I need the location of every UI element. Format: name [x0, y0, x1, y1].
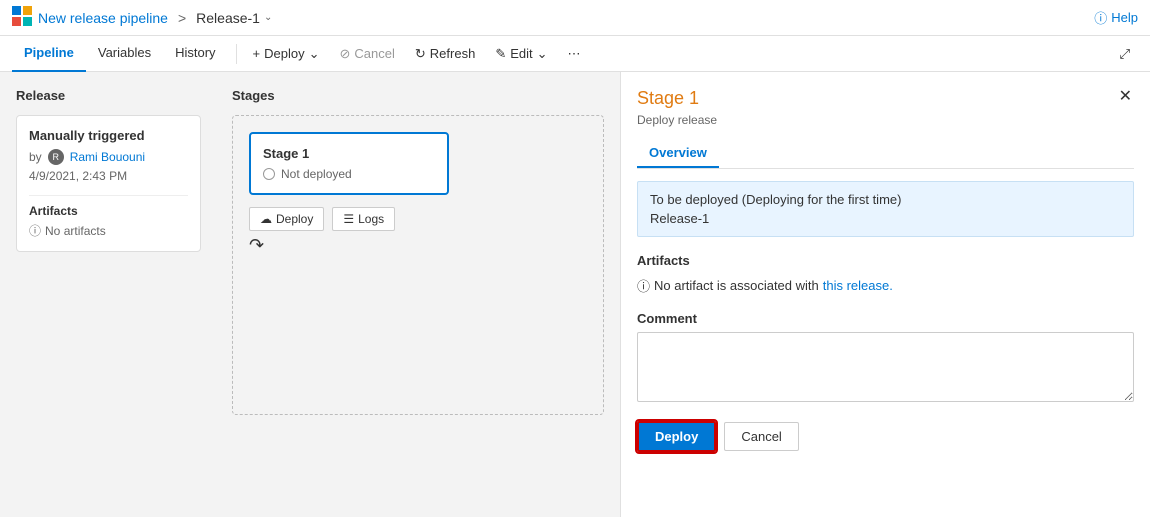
panel-tab-overview[interactable]: Overview — [637, 139, 719, 168]
left-panel: Release Manually triggered by R Rami Bou… — [0, 72, 620, 517]
nav-tabs: Pipeline Variables History — [12, 36, 228, 72]
cancel-button[interactable]: ⊘ Cancel — [332, 42, 403, 66]
deploy-info-main: To be deployed (Deploying for the first … — [650, 192, 1121, 207]
stage-deploy-icon: ☁ — [260, 212, 272, 226]
stage-logs-button[interactable]: ☰ Logs — [332, 207, 395, 231]
stage-actions: ☁ Deploy ☰ Logs — [249, 207, 587, 231]
comment-textarea[interactable] — [637, 332, 1134, 402]
artifacts-right: Artifacts ⓘ No artifact is associated wi… — [637, 253, 1134, 295]
tab-history[interactable]: History — [163, 36, 227, 72]
action-buttons: Deploy Cancel — [637, 421, 1134, 452]
pipeline-title[interactable]: New release pipeline — [38, 10, 168, 26]
release-section: Release Manually triggered by R Rami Bou… — [16, 88, 216, 501]
tab-variables[interactable]: Variables — [86, 36, 163, 72]
app-logo-icon — [12, 6, 32, 29]
panel-subtitle: Deploy release — [637, 113, 1134, 127]
artifacts-label: Artifacts — [29, 204, 188, 218]
stage-name: Stage 1 — [263, 146, 435, 161]
release-section-title: Release — [16, 88, 216, 103]
comment-section: Comment — [637, 311, 1134, 405]
tab-pipeline[interactable]: Pipeline — [12, 36, 86, 72]
stage-status: Not deployed — [263, 167, 435, 181]
refresh-icon: ↻ — [415, 46, 426, 62]
breadcrumb-separator: > — [178, 10, 186, 26]
stage-status-text: Not deployed — [281, 167, 352, 181]
no-artifacts-text: No artifacts — [45, 224, 106, 238]
nav-divider — [236, 44, 237, 64]
panel-tabs: Overview — [637, 139, 1134, 169]
artifacts-info-icon: ⓘ — [637, 276, 650, 295]
stages-section-title: Stages — [232, 88, 604, 103]
trigger-date: 4/9/2021, 2:43 PM — [29, 169, 188, 183]
deploy-icon: + — [253, 46, 261, 61]
user-avatar: R — [48, 149, 64, 165]
edit-icon: ✎ — [495, 46, 506, 62]
more-icon: ⋯ — [568, 46, 581, 62]
release-name: Release-1 ⌄ — [196, 10, 272, 26]
close-icon: ✕ — [1119, 88, 1132, 105]
info-icon: ⓘ — [29, 222, 41, 239]
deploy-info-box: To be deployed (Deploying for the first … — [637, 181, 1134, 237]
release-chevron-icon[interactable]: ⌄ — [264, 12, 272, 23]
artifacts-right-info: ⓘ No artifact is associated with this re… — [637, 276, 1134, 295]
right-panel: ✕ Stage 1 Deploy release Overview To be … — [620, 72, 1150, 517]
refresh-button[interactable]: ↻ Refresh — [407, 42, 483, 66]
stages-section: Stages Stage 1 Not deployed ☁ Deploy ☰ — [232, 88, 604, 501]
comment-label: Comment — [637, 311, 1134, 326]
stages-container: Stage 1 Not deployed ☁ Deploy ☰ Logs — [232, 115, 604, 415]
trigger-title: Manually triggered — [29, 128, 188, 143]
stage-deploy-button[interactable]: ☁ Deploy — [249, 207, 324, 231]
user-name[interactable]: Rami Bououni — [70, 150, 145, 164]
stage-deploy-label: Deploy — [276, 212, 313, 226]
deploy-info-release: Release-1 — [650, 211, 1121, 226]
stage-logs-icon: ☰ — [343, 212, 354, 226]
artifacts-info: ⓘ No artifacts — [29, 222, 188, 239]
by-label: by — [29, 150, 42, 164]
panel-cancel-button[interactable]: Cancel — [724, 422, 798, 451]
nav-bar: Pipeline Variables History + Deploy ⌄ ⊘ … — [0, 36, 1150, 72]
top-bar-left: New release pipeline > Release-1 ⌄ — [12, 6, 1094, 29]
help-icon: ⓘ — [1094, 8, 1107, 27]
artifacts-right-title: Artifacts — [637, 253, 1134, 268]
edit-button[interactable]: ✎ Edit ⌄ — [487, 42, 555, 66]
expand-button[interactable]: ⤢ — [1111, 42, 1138, 66]
close-button[interactable]: ✕ — [1113, 84, 1138, 108]
cancel-icon: ⊘ — [340, 46, 351, 62]
artifacts-section: Artifacts ⓘ No artifacts — [29, 195, 188, 239]
status-circle-icon — [263, 168, 275, 180]
stage-logs-label: Logs — [358, 212, 384, 226]
top-bar: New release pipeline > Release-1 ⌄ ⓘ Hel… — [0, 0, 1150, 36]
release-card: Manually triggered by R Rami Bououni 4/9… — [16, 115, 201, 252]
help-link[interactable]: ⓘ Help — [1094, 8, 1138, 27]
deploy-info-text: To be deployed (Deploying for the first … — [650, 192, 901, 207]
panel-title: Stage 1 — [637, 88, 1134, 109]
panel-deploy-button[interactable]: Deploy — [637, 421, 716, 452]
expand-icon: ⤢ — [1119, 46, 1130, 61]
nav-actions: + Deploy ⌄ ⊘ Cancel ↻ Refresh ✎ Edit ⌄ ⋯ — [245, 42, 589, 66]
cancel-label: Cancel — [354, 46, 394, 61]
artifacts-info-text: No artifact is associated with — [654, 278, 819, 293]
edit-label: Edit — [510, 46, 532, 61]
edit-chevron-icon: ⌄ — [537, 46, 548, 62]
cursor-indicator: ↷ — [249, 235, 587, 256]
deploy-button[interactable]: + Deploy ⌄ — [245, 42, 328, 66]
more-button[interactable]: ⋯ — [560, 42, 589, 66]
deploy-label: Deploy — [264, 46, 304, 61]
refresh-label: Refresh — [430, 46, 476, 61]
release-name-label: Release-1 — [196, 10, 260, 26]
trigger-by: by R Rami Bououni — [29, 149, 188, 165]
stage-card: Stage 1 Not deployed — [249, 132, 449, 195]
main-content: Release Manually triggered by R Rami Bou… — [0, 72, 1150, 517]
help-label: Help — [1111, 10, 1138, 25]
artifacts-release-link[interactable]: this release. — [823, 278, 893, 293]
deploy-chevron-icon: ⌄ — [309, 46, 320, 62]
